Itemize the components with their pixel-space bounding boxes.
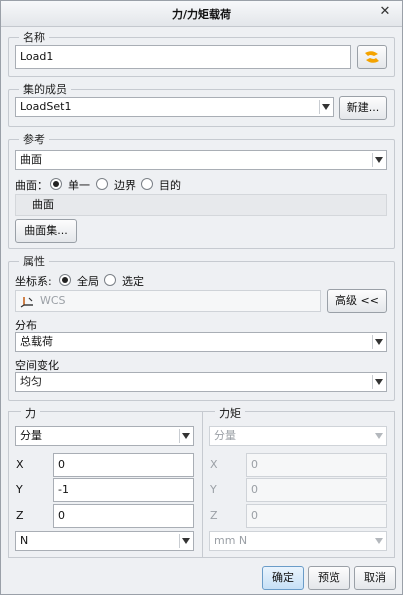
force-x-label: X	[16, 458, 24, 471]
spatial-variation-select[interactable]: 均匀	[15, 372, 387, 392]
select-separator	[372, 375, 373, 389]
distribution-value: 总载荷	[20, 335, 53, 348]
radio-boundary[interactable]	[96, 178, 108, 190]
coord-system-collector[interactable]: WCS	[15, 290, 321, 312]
radio-global[interactable]	[59, 274, 71, 286]
surface-collector[interactable]: 曲面	[15, 194, 387, 216]
surface-set-button[interactable]: 曲面集...	[15, 219, 77, 243]
load-color-icon	[365, 51, 379, 63]
select-separator	[179, 429, 180, 443]
force-mode-value: 分量	[20, 429, 42, 442]
moment-x-input[interactable]: 0	[246, 453, 387, 477]
force-unit-value: N	[20, 534, 29, 547]
load-set-select[interactable]: LoadSet1	[15, 97, 334, 117]
chevron-down-icon	[375, 433, 383, 439]
moment-x-label: X	[210, 458, 218, 471]
spatial-variation-value: 均匀	[20, 375, 42, 388]
force-mode-select[interactable]: 分量	[15, 426, 194, 446]
force-z-input[interactable]: 0	[53, 504, 194, 528]
force-x-input[interactable]: 0	[53, 453, 194, 477]
dialog-title: 力/力矩载荷	[171, 8, 232, 21]
moment-mode-value: 分量	[214, 429, 236, 442]
chevron-down-icon	[375, 538, 383, 544]
force-y-label: Y	[16, 483, 23, 496]
name-group-legend: 名称	[23, 31, 45, 44]
properties-group-legend: 属性	[23, 255, 45, 268]
select-separator	[372, 153, 373, 167]
moment-legend: 力矩	[215, 405, 245, 421]
chevron-down-icon	[322, 104, 330, 110]
advanced-button[interactable]: 高级 <<	[327, 289, 387, 313]
coordinate-system-icon	[20, 297, 33, 308]
select-separator	[372, 335, 373, 349]
name-input[interactable]: Load1	[15, 45, 351, 69]
radio-boundary-label: 边界	[114, 179, 136, 192]
spatial-variation-label: 空间变化	[15, 359, 59, 372]
select-separator	[319, 100, 320, 114]
radio-intent-label: 目的	[159, 179, 181, 192]
chevron-down-icon	[375, 157, 383, 163]
load-set-value: LoadSet1	[20, 100, 72, 113]
force-legend: 力	[21, 405, 40, 421]
distribution-label: 分布	[15, 319, 37, 332]
moment-unit-value: mm N	[214, 534, 248, 547]
close-icon[interactable]: ✕	[378, 5, 392, 19]
radio-intent[interactable]	[141, 178, 153, 190]
radio-selected[interactable]	[104, 274, 116, 286]
new-set-button[interactable]: 新建...	[339, 96, 387, 120]
coord-system-label: 坐标系:	[15, 275, 52, 288]
moment-z-input[interactable]: 0	[246, 504, 387, 528]
distribution-select[interactable]: 总载荷	[15, 332, 387, 352]
radio-single-label: 单一	[68, 179, 90, 192]
color-picker-button[interactable]	[357, 45, 387, 69]
coord-system-value: WCS	[40, 294, 66, 307]
chevron-down-icon	[182, 538, 190, 544]
chevron-down-icon	[375, 379, 383, 385]
cancel-button[interactable]: 取消	[354, 566, 396, 590]
force-y-input[interactable]: -1	[53, 478, 194, 502]
force-z-label: Z	[16, 509, 24, 522]
moment-z-label: Z	[210, 509, 218, 522]
chevron-down-icon	[182, 433, 190, 439]
chevron-down-icon	[375, 339, 383, 345]
radio-selected-label: 选定	[122, 275, 144, 288]
force-moment-load-dialog: 力/力矩载荷 ✕ 名称 Load1 集的成员 LoadSet1 新建... 参考…	[0, 0, 403, 595]
reference-group-legend: 参考	[23, 133, 45, 146]
moment-unit-select[interactable]: mm N	[209, 531, 387, 551]
radio-single[interactable]	[50, 178, 62, 190]
reference-type-value: 曲面	[20, 153, 42, 166]
force-unit-select[interactable]: N	[15, 531, 194, 551]
column-divider	[202, 411, 203, 558]
radio-global-label: 全局	[77, 275, 99, 288]
title-bar: 力/力矩载荷 ✕	[1, 1, 402, 27]
moment-y-label: Y	[210, 483, 217, 496]
moment-y-input[interactable]: 0	[246, 478, 387, 502]
select-separator	[179, 534, 180, 548]
reference-type-select[interactable]: 曲面	[15, 150, 387, 170]
ok-button[interactable]: 确定	[262, 566, 304, 590]
surface-label: 曲面：	[15, 179, 48, 192]
moment-mode-select[interactable]: 分量	[209, 426, 387, 446]
preview-button[interactable]: 预览	[308, 566, 350, 590]
set-group-legend: 集的成员	[23, 83, 67, 96]
